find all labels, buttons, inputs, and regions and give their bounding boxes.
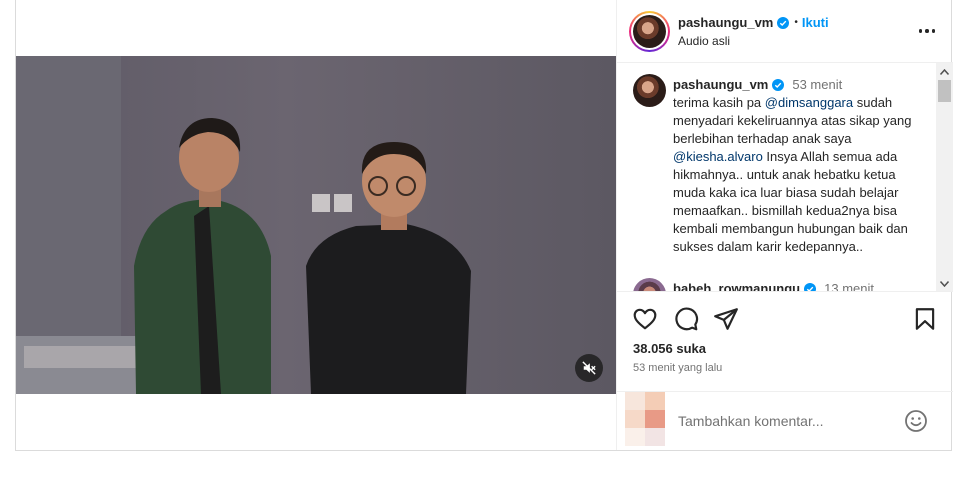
author-username[interactable]: pashaungu_vm	[678, 15, 773, 30]
mute-button[interactable]	[575, 354, 603, 382]
separator-dot: •	[794, 17, 798, 28]
media-column	[16, 0, 616, 450]
scrollbar-thumb[interactable]	[938, 80, 951, 102]
add-comment-bar	[617, 391, 953, 450]
comment-avatar[interactable]	[633, 278, 666, 291]
comment-header: babeh_rowmanungu 13 menit	[673, 281, 874, 291]
comment-input[interactable]	[678, 410, 898, 432]
verified-badge-icon	[772, 78, 785, 91]
avatar	[633, 15, 666, 48]
comment-avatar[interactable]	[633, 74, 666, 107]
mention-link[interactable]: @dimsanggara	[765, 95, 853, 110]
comment-username[interactable]: babeh_rowmanungu	[673, 281, 800, 291]
scroll-up-arrow-icon[interactable]	[936, 63, 953, 80]
verified-badge-icon	[777, 16, 790, 29]
post-timestamp[interactable]: 53 menit yang lalu	[633, 362, 722, 374]
comments-scrollbar[interactable]	[936, 63, 953, 291]
scroll-down-arrow-icon[interactable]	[936, 275, 953, 291]
comment-icon[interactable]	[673, 306, 699, 332]
action-bar	[617, 292, 953, 332]
more-options-icon[interactable]	[915, 21, 939, 41]
heart-icon[interactable]	[632, 306, 658, 332]
emoji-icon[interactable]	[904, 409, 928, 433]
post-header: pashaungu_vm • Ikuti Audio asli	[617, 0, 953, 63]
author-row: pashaungu_vm • Ikuti	[678, 15, 829, 30]
mention-link[interactable]: @kiesha.alvaro	[673, 149, 763, 164]
video-player[interactable]	[16, 56, 616, 394]
comment-username[interactable]: pashaungu_vm	[673, 77, 768, 92]
speaker-muted-icon	[582, 361, 596, 375]
verified-badge-icon	[804, 282, 817, 291]
comment-time[interactable]: 53 menit	[792, 77, 842, 92]
user-avatar	[625, 392, 665, 446]
comment-header: pashaungu_vm 53 menit	[673, 77, 842, 92]
comment-time[interactable]: 13 menit	[824, 281, 874, 291]
comments-list[interactable]: pashaungu_vm 53 menit terima kasih pa @d…	[617, 63, 953, 292]
caption-text: terima kasih pa @dimsanggara sudah menya…	[673, 95, 912, 254]
audio-label[interactable]: Audio asli	[678, 34, 730, 48]
video-frame	[16, 56, 616, 394]
post-frame: pashaungu_vm • Ikuti Audio asli pashaung…	[15, 0, 953, 451]
story-ring[interactable]	[629, 11, 670, 52]
likes-count[interactable]: 38.056 suka	[633, 341, 706, 356]
follow-button[interactable]: Ikuti	[802, 15, 829, 30]
post-sidebar: pashaungu_vm • Ikuti Audio asli pashaung…	[616, 0, 953, 450]
share-icon[interactable]	[713, 306, 739, 332]
bookmark-icon[interactable]	[912, 306, 938, 332]
